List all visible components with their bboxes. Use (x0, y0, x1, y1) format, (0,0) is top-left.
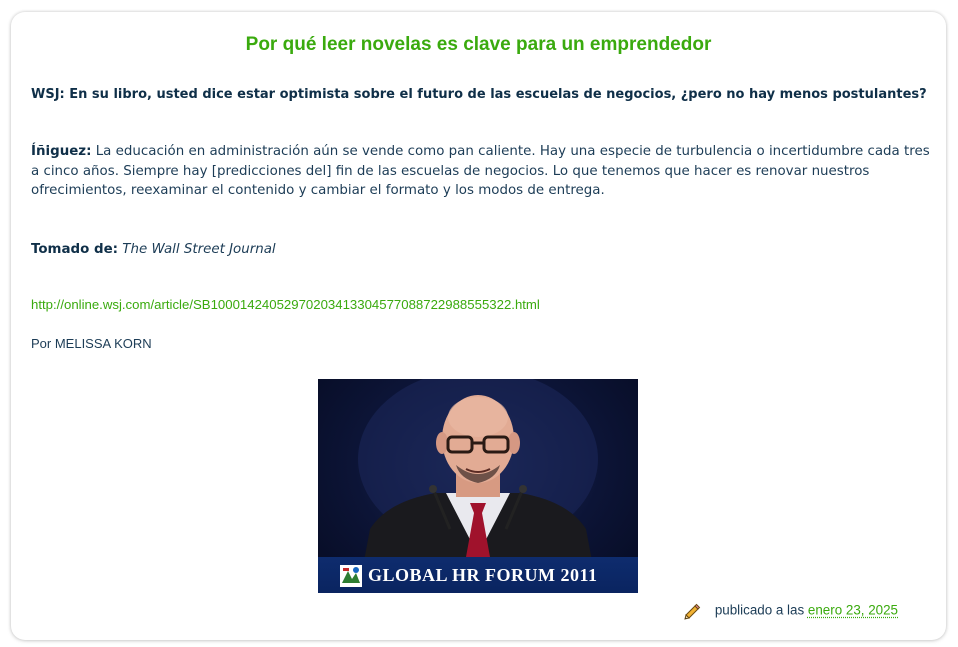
answer-text: La educación en administración aún se ve… (31, 144, 930, 198)
banner-text: GLOBAL HR FORUM 2011 (368, 565, 598, 585)
forum-logo-icon (340, 565, 362, 587)
published-label: publicado a las (714, 602, 805, 618)
interview-answer: Íñiguez: La educación en administración … (31, 142, 931, 201)
forum-banner: GLOBAL HR FORUM 2011 (318, 557, 638, 593)
post-date-link[interactable]: enero 23, 2025 (808, 603, 898, 618)
author-byline: Por MELISSA KORN (31, 336, 152, 351)
speaker-photo: GLOBAL HR FORUM 2011 (318, 379, 638, 593)
source-name: The Wall Street Journal (122, 242, 276, 257)
interview-question: WSJ: En su libro, usted dice estar optim… (31, 87, 927, 102)
pencil-icon[interactable] (683, 602, 701, 620)
source-label: Tomado de: (31, 242, 119, 257)
source-url-link[interactable]: http://online.wsj.com/article/SB10001424… (31, 297, 540, 312)
answer-speaker: Íñiguez: (31, 144, 92, 159)
post-footer: publicado a las enero 23, 2025 (683, 602, 898, 620)
source-line: Tomado de: The Wall Street Journal (31, 240, 931, 260)
post-title: Por qué leer novelas es clave para un em… (245, 34, 712, 55)
post-card: Por qué leer novelas es clave para un em… (11, 12, 946, 640)
